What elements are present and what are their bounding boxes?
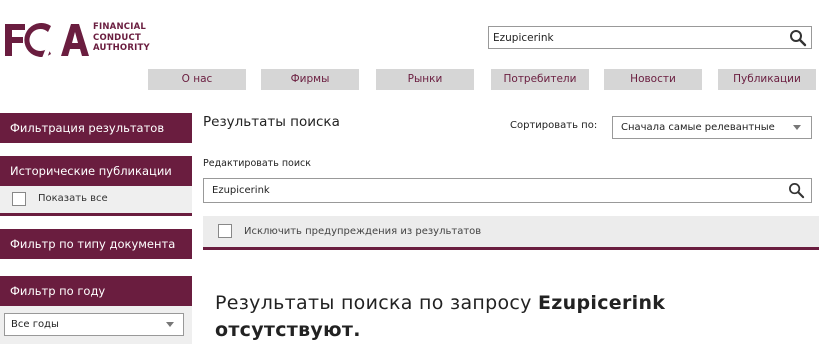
- fca-logo-mark: [5, 22, 89, 58]
- chevron-down-icon: [166, 322, 174, 327]
- year-select-value: Все годы: [11, 319, 59, 330]
- year-filter-heading[interactable]: Фильтр по году: [0, 276, 192, 306]
- year-select[interactable]: Все годы: [4, 313, 184, 336]
- nav-consumers[interactable]: Потребители: [491, 69, 589, 90]
- filter-results-heading[interactable]: Фильтрация результатов: [0, 113, 192, 143]
- no-results-prefix: Результаты поиска по запросу: [215, 292, 532, 314]
- sort-label: Сортировать по:: [510, 120, 598, 131]
- historic-publications-heading[interactable]: Исторические публикации: [0, 156, 192, 186]
- logo-line-3: AUTHORITY: [93, 43, 150, 53]
- search-icon[interactable]: [788, 182, 805, 199]
- nav-firms[interactable]: Фирмы: [261, 69, 359, 90]
- nav-markets[interactable]: Рынки: [376, 69, 474, 90]
- no-results-message: Результаты поиска по запросу Ezupicerink…: [215, 290, 665, 344]
- nav-news[interactable]: Новости: [604, 69, 702, 90]
- page-title: Результаты поиска: [203, 114, 340, 130]
- document-type-filter-heading[interactable]: Фильтр по типу документа: [0, 229, 192, 259]
- show-all-checkbox[interactable]: [12, 192, 26, 206]
- edit-search-input[interactable]: [204, 179, 774, 202]
- logo-line-2: CONDUCT: [93, 32, 141, 43]
- edit-search-label: Редактировать поиск: [203, 158, 311, 169]
- logo-wordmark: FINANCIAL CONDUCT AUTHORITY: [93, 22, 150, 54]
- historic-publications-panel: Показать все: [0, 186, 192, 213]
- sort-select[interactable]: Сначала самые релевантные: [612, 116, 812, 139]
- header-search: [488, 26, 812, 49]
- show-all-label: Показать все: [38, 193, 108, 204]
- edit-search-box: [203, 178, 812, 203]
- nav-publications[interactable]: Публикации: [718, 69, 816, 90]
- search-icon[interactable]: [789, 29, 807, 47]
- exclude-warnings-bar: Исключить предупреждения из результатов: [203, 216, 819, 250]
- exclude-warnings-label: Исключить предупреждения из результатов: [244, 226, 482, 237]
- logo-line-1: FINANCIAL: [93, 22, 146, 32]
- sidebar-divider: [0, 213, 192, 216]
- exclude-warnings-checkbox[interactable]: [218, 224, 232, 238]
- fca-logo[interactable]: FINANCIAL CONDUCT AUTHORITY: [3, 22, 153, 58]
- no-results-suffix: отсутствуют.: [215, 319, 361, 341]
- sort-select-value: Сначала самые релевантные: [621, 122, 775, 133]
- header-search-input[interactable]: [489, 27, 779, 48]
- nav-about[interactable]: О нас: [148, 69, 246, 90]
- chevron-down-icon: [793, 125, 801, 130]
- no-results-query: Ezupicerink: [538, 292, 666, 314]
